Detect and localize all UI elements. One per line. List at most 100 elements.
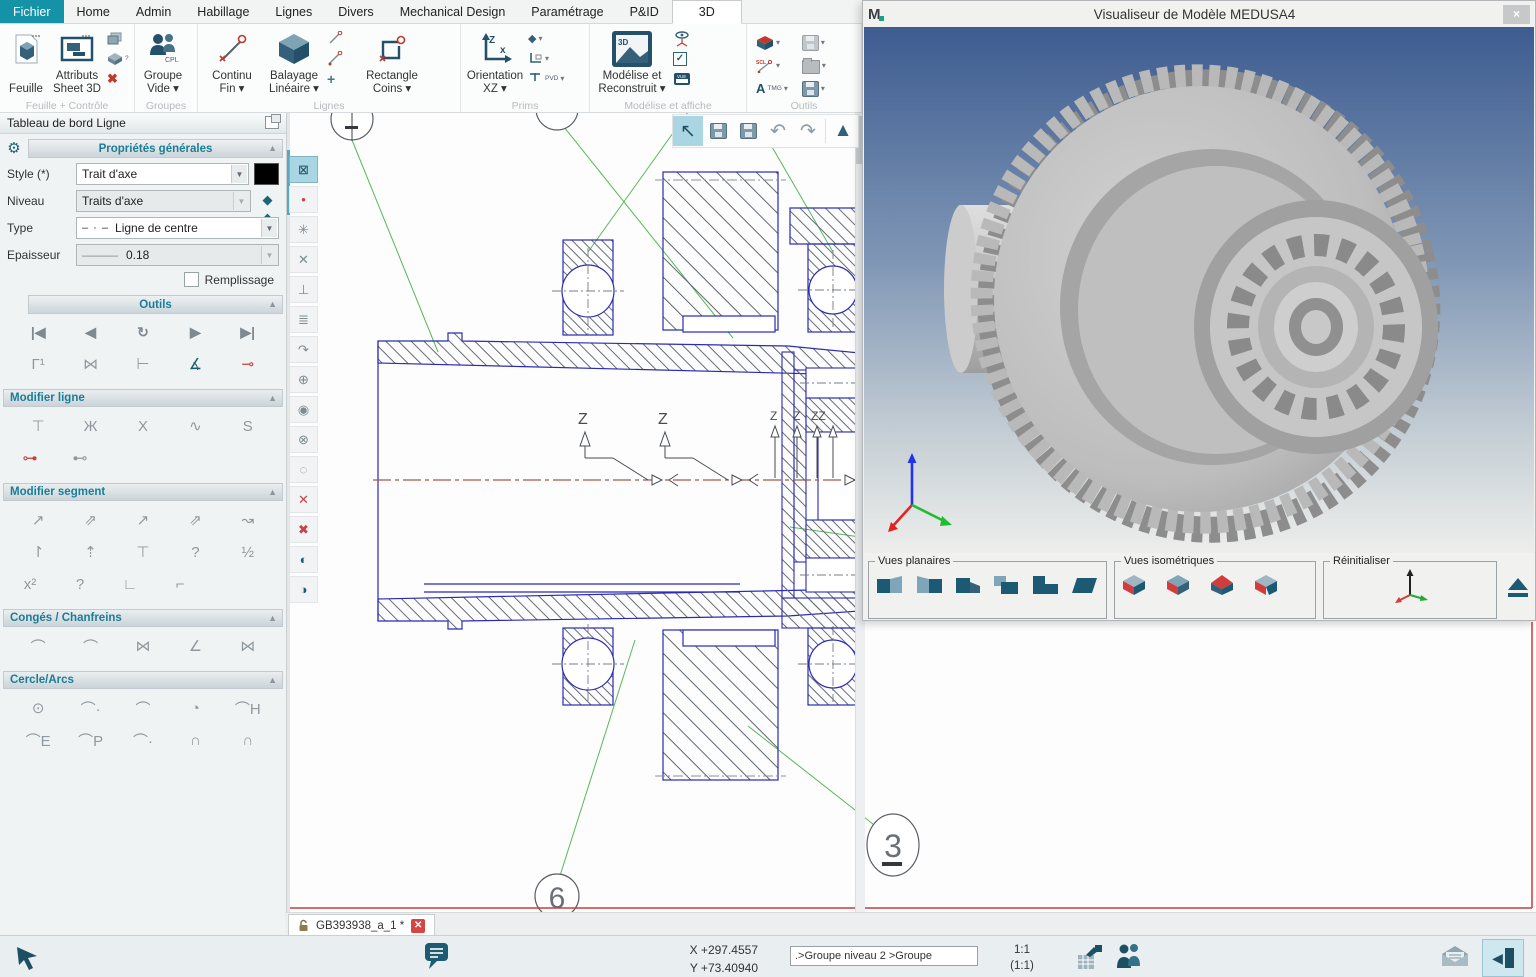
chevron-down-icon[interactable]: ▼: [261, 219, 277, 237]
modify-segment-icon[interactable]: ⌐: [162, 572, 198, 596]
tab-admin[interactable]: Admin: [123, 0, 184, 23]
modify-segment-icon[interactable]: ↝: [230, 508, 266, 532]
users-icon[interactable]: [1114, 942, 1142, 972]
cube-help-icon[interactable]: ?: [107, 51, 129, 66]
nav-tool-icon[interactable]: ▶: [177, 320, 213, 344]
collapse-panel-button[interactable]: ◀: [1482, 939, 1524, 977]
popout-icon[interactable]: [265, 116, 279, 129]
circle-tool-icon[interactable]: ∩: [230, 728, 266, 752]
snap-tool-icon[interactable]: ◉: [289, 396, 318, 423]
vue-screen-icon[interactable]: VUE: [673, 71, 691, 86]
collapse-icon[interactable]: ▲: [268, 393, 277, 403]
continu-fin-button[interactable]: Continu Fin ▾: [201, 25, 263, 96]
view-left-icon[interactable]: [953, 574, 983, 596]
tab-habillage[interactable]: Habillage: [184, 0, 262, 23]
circle-tool-icon[interactable]: ⌒·: [125, 728, 161, 752]
layers-icon[interactable]: ◆◆: [256, 191, 279, 211]
snap-tool-icon[interactable]: ✕: [289, 246, 318, 273]
snap-tool-icon[interactable]: ◐: [289, 546, 318, 573]
nav-tool-icon[interactable]: |◀: [20, 320, 56, 344]
plus-anchor-icon[interactable]: +: [327, 71, 343, 86]
group-path-input[interactable]: [790, 946, 978, 966]
tab-pid[interactable]: P&ID: [617, 0, 672, 23]
modify-line-icon[interactable]: ⊶: [12, 446, 48, 470]
chevron-down-icon[interactable]: ▼: [231, 165, 247, 183]
fillet-tool-icon[interactable]: ⌒: [20, 634, 56, 658]
modify-segment-icon[interactable]: ↗: [20, 508, 56, 532]
view-bottom-icon[interactable]: [1031, 574, 1061, 596]
nav-tool-icon[interactable]: ↻: [125, 320, 161, 344]
circle-tool-icon[interactable]: ⌒·: [73, 696, 109, 720]
modify-line-icon[interactable]: S: [230, 414, 266, 438]
style-select[interactable]: Trait d'axe ▼: [76, 163, 249, 185]
scl-line-icon[interactable]: SCL▾: [756, 58, 788, 73]
circle-tool-icon[interactable]: ⌒P: [73, 728, 109, 752]
iso-view-3-icon[interactable]: [1209, 573, 1235, 597]
snap-tool-icon[interactable]: ⊗: [289, 426, 318, 453]
segment-icon[interactable]: [327, 31, 343, 46]
niveau-select[interactable]: Traits d'axe ▼: [76, 190, 251, 212]
circle-tool-icon[interactable]: ⌒: [125, 696, 161, 720]
save-as-button[interactable]: [733, 116, 763, 146]
eject-button[interactable]: [1506, 575, 1530, 599]
modify-line-icon[interactable]: X: [125, 414, 161, 438]
layers-icon[interactable]: ◆▾: [528, 31, 564, 46]
snap-tool-icon[interactable]: ✳: [289, 216, 318, 243]
line-tool-icon[interactable]: Γ¹: [20, 352, 56, 376]
fillet-tool-icon[interactable]: ⋈: [230, 634, 266, 658]
section-proprietes-generales[interactable]: Propriétés générales ▲: [28, 139, 283, 158]
segment-icon-2[interactable]: [327, 51, 343, 66]
modify-segment-icon[interactable]: x²: [12, 572, 48, 596]
circle-tool-icon[interactable]: ⌒E: [20, 728, 56, 752]
line-tool-icon[interactable]: ∡: [177, 352, 213, 376]
view-back-icon[interactable]: [914, 574, 944, 596]
snap-tool-icon[interactable]: ⊠: [289, 156, 318, 183]
fillet-tool-icon[interactable]: ⌒: [73, 634, 109, 658]
cursor-arrow-icon[interactable]: [14, 944, 40, 970]
snap-tool-icon[interactable]: ◌: [289, 456, 318, 483]
sheet-export-icon[interactable]: [1076, 943, 1104, 971]
collapse-icon[interactable]: ▲: [268, 143, 277, 153]
viewer-title-bar[interactable]: M Visualiseur de Modèle MEDUSA4 ×: [863, 1, 1535, 27]
snap-tool-icon[interactable]: •: [289, 186, 318, 213]
reset-axis-icon[interactable]: [1390, 567, 1430, 603]
modify-segment-icon[interactable]: ∟: [112, 572, 148, 596]
nav-tool-icon[interactable]: ▶|: [230, 320, 266, 344]
collapse-icon[interactable]: ▲: [268, 299, 277, 309]
circle-tool-icon[interactable]: ◔: [177, 696, 213, 720]
modify-segment-icon[interactable]: ⇡: [73, 540, 109, 564]
view-top-icon[interactable]: [992, 574, 1022, 596]
snap-tool-icon[interactable]: ✕: [289, 486, 318, 513]
circle-tool-icon[interactable]: ⌒H: [230, 696, 266, 720]
redo-button[interactable]: ↷: [793, 116, 823, 146]
line-tool-icon[interactable]: ⊢: [125, 352, 161, 376]
message-bubble-icon[interactable]: [424, 942, 450, 970]
close-document-icon[interactable]: ✕: [411, 919, 425, 933]
snap-tool-icon[interactable]: ✖: [289, 516, 318, 543]
modify-segment-icon[interactable]: ?: [62, 572, 98, 596]
save-button[interactable]: [703, 116, 733, 146]
modelise-reconstruit-button[interactable]: 3D Modélise et Reconstruit ▾: [593, 25, 671, 96]
viewer-viewport[interactable]: [864, 27, 1534, 553]
collapse-toolbar-button[interactable]: ▲: [828, 116, 858, 146]
iso-view-1-icon[interactable]: [1121, 573, 1147, 597]
nav-tool-icon[interactable]: ◀: [73, 320, 109, 344]
cube-red-icon[interactable]: ▾: [756, 35, 788, 50]
snap-tool-icon[interactable]: ◑: [289, 576, 318, 603]
balayage-lineaire-button[interactable]: Balayage Linéaire ▾: [263, 25, 325, 96]
fillet-tool-icon[interactable]: ∠: [177, 634, 213, 658]
tab-fichier[interactable]: Fichier: [0, 0, 64, 23]
modify-line-icon[interactable]: Ж: [73, 414, 109, 438]
pvd-icon[interactable]: PVD▾: [528, 71, 564, 86]
checkbox-icon[interactable]: ✓: [673, 51, 691, 66]
snap-tool-icon[interactable]: ⊕: [289, 366, 318, 393]
section-outils[interactable]: Outils ▲: [28, 295, 283, 314]
collapse-icon[interactable]: ▲: [268, 487, 277, 497]
modify-line-icon[interactable]: ⊷: [62, 446, 98, 470]
iso-view-4-icon[interactable]: [1253, 573, 1279, 597]
snap-tool-icon[interactable]: ↷: [289, 336, 318, 363]
section-modifier-segment[interactable]: Modifier segment ▲: [3, 483, 283, 501]
envelope-icon[interactable]: [1440, 944, 1470, 968]
line-tool-icon[interactable]: ⊸: [230, 352, 266, 376]
attributs-sheet3d-button[interactable]: Attributs Sheet 3D: [49, 25, 105, 96]
